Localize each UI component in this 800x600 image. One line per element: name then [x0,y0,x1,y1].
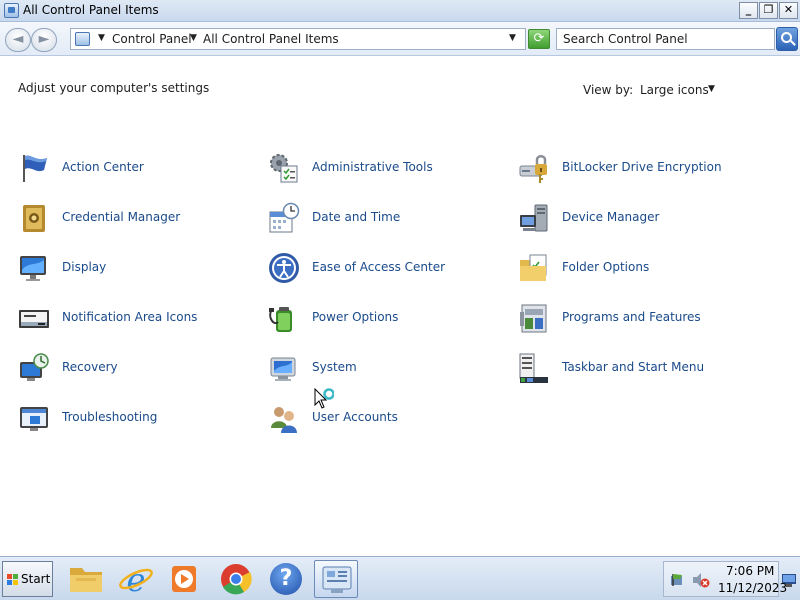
svg-text:e: e [127,561,146,598]
item-label[interactable]: Display [62,260,106,274]
item-programs-and-features[interactable]: Programs and Features [518,300,758,336]
title-bar: All Control Panel Items _ ❐ ✕ [0,0,800,22]
item-action-center[interactable]: Action Center [18,150,258,186]
action-center-tray-icon[interactable] [670,572,686,588]
item-label[interactable]: Notification Area Icons [62,310,197,324]
monitor-icon [20,256,46,281]
ease-of-access-icon [269,253,299,283]
item-notification-area-icons[interactable]: Notification Area Icons [18,300,258,336]
search-input[interactable]: Search Control Panel [556,28,775,50]
view-by-label: View by: [583,83,634,97]
item-label[interactable]: BitLocker Drive Encryption [562,160,722,174]
item-label[interactable]: Administrative Tools [312,160,433,174]
control-panel-icon [75,32,90,46]
bitlocker-icon [519,155,547,183]
windows-flag-icon [7,574,19,586]
admin-tools-icon [270,154,298,183]
breadcrumb-control-panel[interactable]: Control Panel [112,32,192,46]
chrome-icon[interactable] [214,560,258,598]
busy-cursor-icon [314,388,334,409]
item-troubleshooting[interactable]: Troubleshooting [18,400,258,436]
recovery-icon [20,353,49,381]
item-administrative-tools[interactable]: Administrative Tools [268,150,508,186]
control-panel-icon [4,3,19,18]
item-label[interactable]: Recovery [62,360,118,374]
item-date-and-time[interactable]: Date and Time [268,200,508,236]
item-label[interactable]: Ease of Access Center [312,260,445,274]
folder-options-icon [520,254,547,281]
item-taskbar-and-start-menu[interactable]: Taskbar and Start Menu [518,350,758,386]
item-label[interactable]: Device Manager [562,210,659,224]
refresh-button[interactable]: ⟳ [528,29,550,49]
item-system[interactable]: System [268,350,508,386]
control-panel-icon [322,566,352,593]
address-dropdown-icon[interactable]: ▼ [509,33,516,43]
breadcrumb-all-items[interactable]: All Control Panel Items [203,32,339,46]
system-icon [270,357,296,381]
item-label[interactable]: Programs and Features [562,310,701,324]
minimize-button[interactable]: _ [739,2,758,19]
media-player-icon[interactable] [162,560,206,598]
item-label[interactable]: Folder Options [562,260,649,274]
back-button[interactable]: ◄ [5,28,31,52]
item-display[interactable]: Display [18,250,258,286]
taskbar-icon [519,353,548,383]
item-label[interactable]: Action Center [62,160,144,174]
taskbar: Start e ? [0,556,800,600]
page-title: Adjust your computer's settings [18,81,210,95]
item-power-options[interactable]: Power Options [268,300,508,336]
internet-explorer-icon[interactable]: e [114,560,158,598]
item-bitlocker-drive-encryption[interactable]: BitLocker Drive Encryption [518,150,758,186]
close-button[interactable]: ✕ [779,2,798,19]
item-device-manager[interactable]: Device Manager [518,200,758,236]
users-icon [271,407,297,433]
chevron-down-icon[interactable]: ▼ [190,33,197,43]
start-button[interactable]: Start [2,561,53,597]
clock-date[interactable]: 11/12/2023 [718,581,787,595]
breadcrumb[interactable]: ▼ Control Panel ▼ All Control Panel Item… [70,28,526,50]
item-ease-of-access-center[interactable]: Ease of Access Center [268,250,508,286]
search-button[interactable] [776,27,798,51]
battery-icon [269,307,292,332]
item-credential-manager[interactable]: Credential Manager [18,200,258,236]
clock-calendar-icon [269,202,300,233]
forward-button[interactable]: ► [31,28,57,52]
item-label[interactable]: Troubleshooting [62,410,157,424]
chevron-down-icon[interactable]: ▼ [708,84,715,94]
flag-icon [23,155,47,182]
window-title: All Control Panel Items [23,3,159,17]
item-label[interactable]: Date and Time [312,210,400,224]
notification-area-icon [19,310,49,328]
item-label[interactable]: Taskbar and Start Menu [562,360,704,374]
view-by-dropdown[interactable]: Large icons [640,83,709,97]
clock-time[interactable]: 7:06 PM [726,564,774,578]
help-icon[interactable]: ? [264,560,308,598]
start-label: Start [21,572,51,586]
vault-icon [23,205,45,232]
item-recovery[interactable]: Recovery [18,350,258,386]
item-user-accounts[interactable]: User Accounts [268,400,508,436]
troubleshooting-icon [20,407,48,431]
programs-icon [520,304,547,333]
item-folder-options[interactable]: Folder Options [518,250,758,286]
item-label[interactable]: Credential Manager [62,210,180,224]
volume-muted-icon[interactable] [692,572,710,588]
item-label[interactable]: System [312,360,357,374]
restore-button[interactable]: ❐ [759,2,778,19]
file-explorer-icon[interactable] [64,560,108,598]
control-panel-taskbar-button[interactable] [314,560,358,598]
chevron-down-icon[interactable]: ▼ [98,33,105,43]
device-manager-icon [520,204,548,232]
item-label[interactable]: Power Options [312,310,398,324]
address-bar: ◄ ► ▼ Control Panel ▼ All Control Panel … [0,22,800,56]
